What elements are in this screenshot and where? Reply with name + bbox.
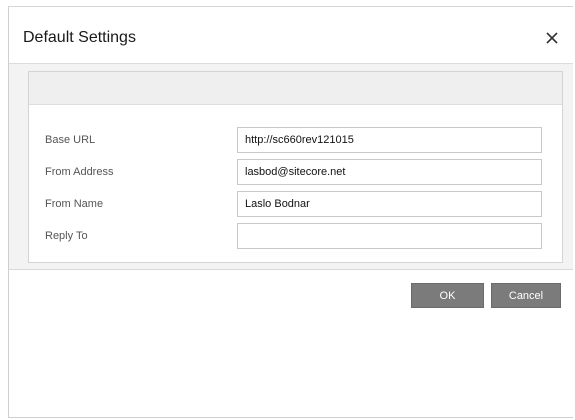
close-icon[interactable] [543,28,561,48]
cancel-button[interactable]: Cancel [491,283,561,308]
from-address-label: From Address [45,166,114,178]
dialog-title: Default Settings [23,29,136,46]
base-url-label: Base URL [45,134,96,146]
reply-to-label: Reply To [45,230,88,242]
ok-button[interactable]: OK [411,283,484,308]
dialog-header: Default Settings [9,7,573,64]
from-name-row: From Name [29,191,562,217]
settings-panel: Base URL From Address From Name Reply To [28,71,563,263]
from-name-input[interactable] [237,191,542,217]
base-url-row: Base URL [29,127,562,153]
close-icon-glyph [546,32,558,44]
from-name-label: From Name [45,198,104,210]
base-url-input[interactable] [237,127,542,153]
from-address-input[interactable] [237,159,542,185]
panel-header [29,72,562,105]
reply-to-row: Reply To [29,223,562,249]
default-settings-dialog: Default Settings Base URL From Address F… [8,6,573,418]
dialog-body: Base URL From Address From Name Reply To [9,64,573,270]
from-address-row: From Address [29,159,562,185]
reply-to-input[interactable] [237,223,542,249]
